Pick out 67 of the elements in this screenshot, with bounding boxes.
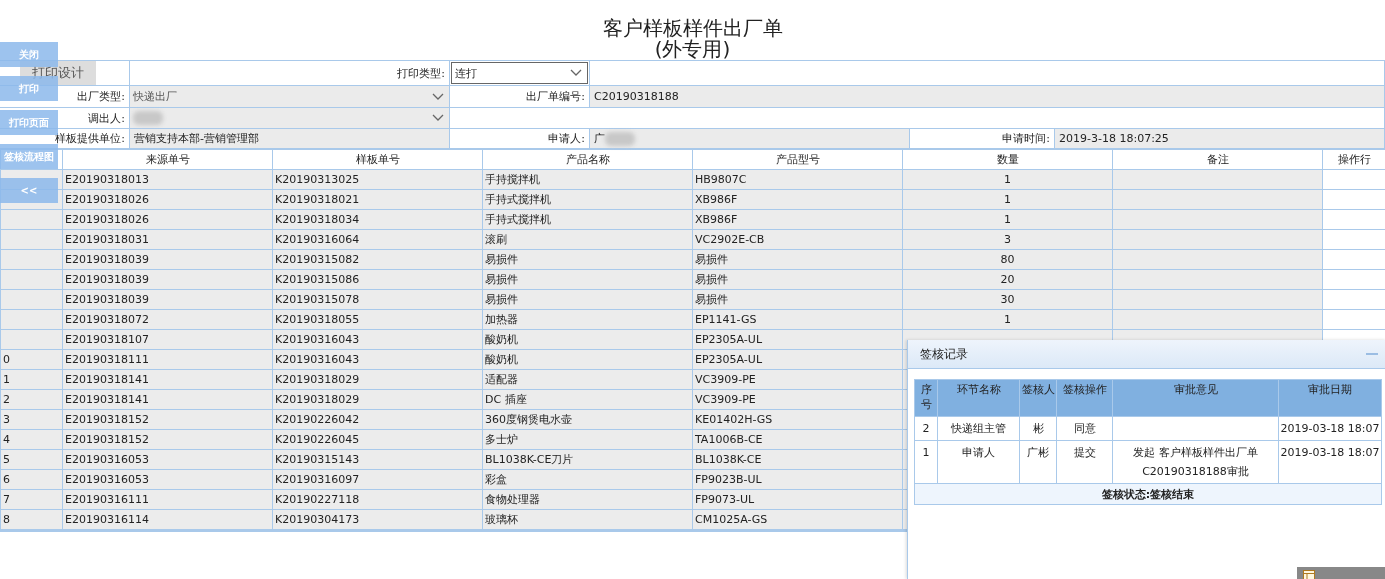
field-label: 申请人: <box>548 131 585 146</box>
sidebar-button[interactable]: 打印页面 <box>0 110 58 135</box>
table-cell: K20190304173 <box>272 509 483 531</box>
column-header: 数量 <box>902 149 1113 170</box>
dispatcher-select[interactable] <box>130 108 449 128</box>
sidebar-button[interactable]: 打印 <box>0 76 58 101</box>
form-title: (外专用) <box>654 39 731 60</box>
table-cell: 6 <box>0 469 63 490</box>
table-cell: 2 <box>0 389 63 410</box>
column-header: 签核人 <box>1019 379 1057 417</box>
column-header: 来源单号 <box>62 149 273 170</box>
table-cell: 彬 <box>1019 416 1057 441</box>
field-label: 申请时间: <box>1002 131 1050 146</box>
chevron-down-icon <box>431 113 445 123</box>
table-cell: 快递组主管 <box>937 416 1020 441</box>
table-cell: 1 <box>914 440 938 484</box>
field-label: 样板提供单位: <box>55 131 125 146</box>
chevron-down-icon <box>569 68 583 78</box>
column-header: 操作行 <box>1322 149 1385 170</box>
field-value: 营销支持本部-营销管理部 <box>134 131 259 146</box>
field-value: 广 <box>594 131 605 146</box>
table-cell: 3 <box>0 409 63 430</box>
column-header: 序号 <box>914 379 938 417</box>
sidebar-button[interactable]: 关闭 <box>0 42 58 67</box>
panel-title: 签核记录 <box>920 345 968 363</box>
table-cell: 2019-03-18 18:07 <box>1278 440 1382 484</box>
form-title: 客户样板样件出厂单 <box>602 18 783 39</box>
print-type-select[interactable]: 连打 <box>451 62 588 84</box>
table-cell: 5 <box>0 449 63 470</box>
sidebar-button[interactable]: 签核流程图 <box>0 144 58 169</box>
redacted-blur <box>133 111 163 125</box>
table-cell: 7 <box>0 489 63 510</box>
field-label: 出厂单编号: <box>526 89 585 104</box>
table-cell: 2019-03-18 18:07 <box>1278 416 1382 441</box>
table-cell: 2 <box>914 416 938 441</box>
table-cell: 4 <box>0 429 63 450</box>
table-cell: 0 <box>0 349 63 370</box>
table-cell: 玻璃杯 <box>482 509 693 531</box>
table-cell: 1 <box>0 369 63 390</box>
field-label: 调出人: <box>88 110 125 126</box>
table-cell: CM1025A-GS <box>692 509 903 531</box>
table-cell: 申请人 <box>937 440 1020 484</box>
table-cell: 发起 客户样板样件出厂单 C20190318188审批 <box>1112 440 1279 484</box>
table-cell: 提交 <box>1056 440 1113 484</box>
table-cell: 8 <box>0 509 63 531</box>
column-header: 样板单号 <box>272 149 483 170</box>
redacted-blur <box>605 131 635 146</box>
chevron-down-icon <box>431 91 445 102</box>
column-header: 环节名称 <box>937 379 1020 417</box>
table-cell: 同意 <box>1056 416 1113 441</box>
sidebar-button[interactable]: << <box>0 178 58 203</box>
field-label: 出厂类型: <box>77 89 125 104</box>
approval-status: 签核状态:签核结束 <box>914 483 1382 505</box>
field-value: C20190318188 <box>594 90 679 103</box>
field-value: 2019-3-18 18:07:25 <box>1059 132 1169 145</box>
table-cell: E20190316114 <box>62 509 273 531</box>
minimize-icon[interactable] <box>1366 352 1378 356</box>
approval-record-tab[interactable] <box>1297 567 1385 579</box>
field-label: 打印类型: <box>397 65 445 81</box>
column-header: 产品型号 <box>692 149 903 170</box>
table-cell: 广彬 <box>1019 440 1057 484</box>
column-header: 产品名称 <box>482 149 693 170</box>
column-header: 备注 <box>1112 149 1323 170</box>
column-header: 签核操作 <box>1056 379 1113 417</box>
column-header: 审批意见 <box>1112 379 1279 417</box>
table-icon <box>1303 570 1315 579</box>
column-header: 审批日期 <box>1278 379 1382 417</box>
